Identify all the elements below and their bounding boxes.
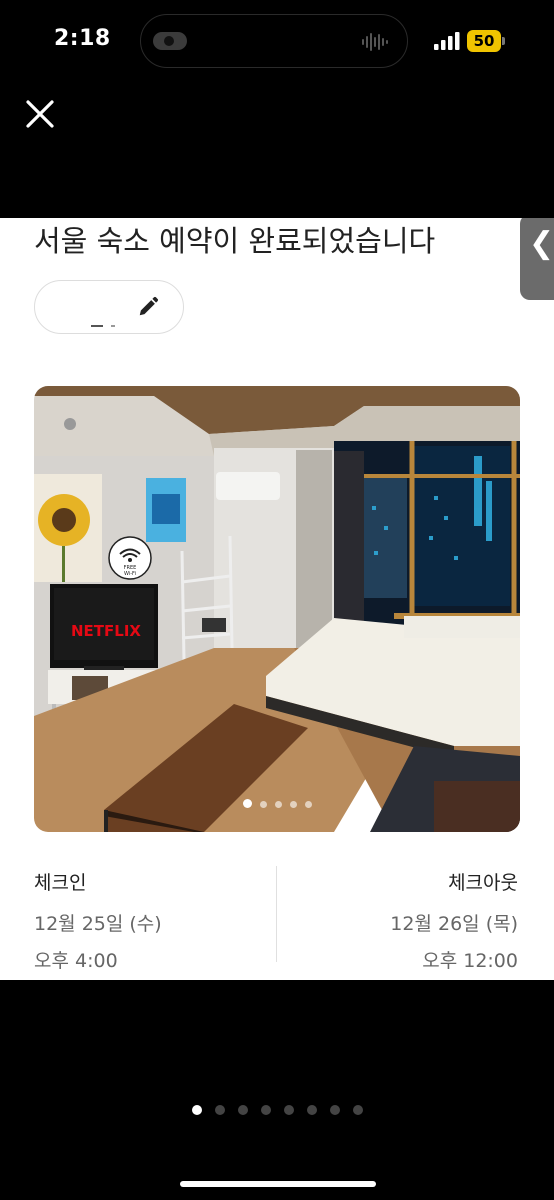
page-dot[interactable]: [191, 1105, 202, 1115]
audio-wave-icon: [362, 33, 388, 51]
side-panel-tab[interactable]: ❮: [520, 218, 554, 300]
checkout-label: 체크아웃: [448, 872, 518, 894]
cellular-signal-icon: [434, 32, 460, 50]
checkin-label: 체크인: [34, 872, 87, 894]
stay-dates: 체크인 12월 25일 (수) 오후 4:00 체크아웃 12월 26일 (목)…: [0, 858, 554, 972]
booking-card: 서울 숙소 예약이 완료되었습니다 ❮ FREE Wi-Fi NETFLIX 체…: [0, 218, 554, 980]
page-dot[interactable]: [329, 1105, 340, 1115]
page-dot[interactable]: [214, 1105, 225, 1115]
nickname-pill[interactable]: [34, 280, 184, 334]
page-dot[interactable]: [237, 1105, 248, 1115]
page-dot[interactable]: [306, 1105, 317, 1115]
photo-dot[interactable]: [289, 801, 297, 808]
close-icon[interactable]: [22, 96, 58, 132]
photo-carousel-dots[interactable]: [34, 793, 520, 812]
photo-dot[interactable]: [242, 799, 252, 808]
divider: [276, 866, 277, 962]
checkin-section: 체크인 12월 25일 (수) 오후 4:00: [34, 868, 162, 973]
nickname-placeholder-dot: [111, 325, 115, 327]
page-dot[interactable]: [283, 1105, 294, 1115]
checkin-time: 오후 4:00: [34, 950, 118, 972]
wifi-badge-line2: Wi-Fi: [124, 571, 136, 577]
checkout-section: 체크아웃 12월 26일 (목) 오후 12:00: [390, 868, 518, 973]
checkin-date: 12월 25일 (수): [34, 913, 162, 935]
status-bar: 2:18 50: [0, 0, 554, 84]
tv-screen-text: NETFLIX: [71, 622, 141, 640]
photo-dot[interactable]: [259, 801, 267, 808]
status-time: 2:18: [54, 26, 111, 51]
home-indicator[interactable]: [180, 1181, 376, 1187]
checkout-time: 오후 12:00: [422, 950, 518, 972]
room-photo-image: FREE Wi-Fi NETFLIX: [34, 386, 520, 832]
story-page-indicator[interactable]: [0, 1100, 554, 1119]
nickname-placeholder: [91, 325, 103, 327]
booking-title: 서울 숙소 예약이 완료되었습니다: [34, 224, 436, 258]
battery-indicator: 50: [467, 30, 505, 52]
photo-dot[interactable]: [274, 801, 282, 808]
pencil-icon[interactable]: [137, 296, 159, 318]
photo-dot[interactable]: [304, 801, 312, 808]
dynamic-island: [140, 14, 408, 68]
chevron-left-icon: ❮: [529, 226, 554, 261]
checkout-date: 12월 26일 (목): [390, 913, 518, 935]
page-dot[interactable]: [352, 1105, 363, 1115]
page-dot[interactable]: [260, 1105, 271, 1115]
camera-activity-icon: [153, 32, 187, 50]
listing-photo[interactable]: FREE Wi-Fi NETFLIX: [34, 386, 520, 832]
